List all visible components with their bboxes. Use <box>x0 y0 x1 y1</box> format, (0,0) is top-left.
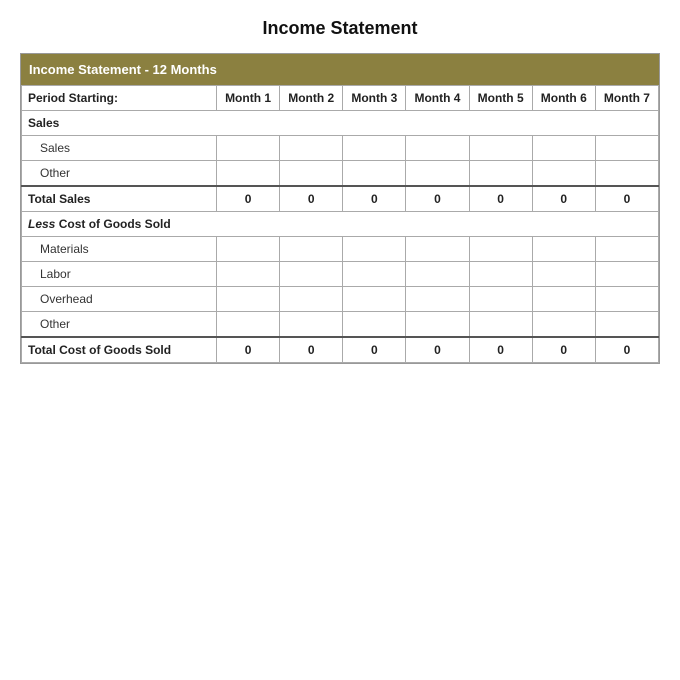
sales-other-label: Other <box>22 161 217 187</box>
total-cogs-m7: 0 <box>595 337 658 363</box>
overhead-row: Overhead <box>22 287 659 312</box>
total-cogs-m3: 0 <box>343 337 406 363</box>
sales-section-header: Sales <box>22 111 659 136</box>
total-cogs-row: Total Cost of Goods Sold 0 0 0 0 0 0 0 <box>22 337 659 363</box>
materials-label: Materials <box>22 237 217 262</box>
month7-header: Month 7 <box>595 86 658 111</box>
total-cogs-m5: 0 <box>469 337 532 363</box>
total-sales-m4: 0 <box>406 186 469 212</box>
sales-row: Sales <box>22 136 659 161</box>
total-sales-m7: 0 <box>595 186 658 212</box>
total-sales-m6: 0 <box>532 186 595 212</box>
total-sales-m1: 0 <box>217 186 280 212</box>
materials-row: Materials <box>22 237 659 262</box>
total-cogs-label: Total Cost of Goods Sold <box>22 337 217 363</box>
labor-row: Labor <box>22 262 659 287</box>
month2-header: Month 2 <box>280 86 343 111</box>
total-sales-row: Total Sales 0 0 0 0 0 0 0 <box>22 186 659 212</box>
total-sales-m2: 0 <box>280 186 343 212</box>
month4-header: Month 4 <box>406 86 469 111</box>
month3-header: Month 3 <box>343 86 406 111</box>
less-italic-label: Less <box>28 217 55 231</box>
cogs-label: Less Cost of Goods Sold <box>22 212 659 237</box>
sales-sub-label: Sales <box>22 136 217 161</box>
page-title: Income Statement <box>20 18 660 39</box>
cogs-other-row: Other <box>22 312 659 338</box>
total-cogs-m1: 0 <box>217 337 280 363</box>
overhead-label: Overhead <box>22 287 217 312</box>
month6-header: Month 6 <box>532 86 595 111</box>
total-cogs-m2: 0 <box>280 337 343 363</box>
total-sales-m5: 0 <box>469 186 532 212</box>
period-header: Period Starting: <box>22 86 217 111</box>
total-sales-label: Total Sales <box>22 186 217 212</box>
cogs-other-label: Other <box>22 312 217 338</box>
labor-label: Labor <box>22 262 217 287</box>
cogs-section-header: Less Cost of Goods Sold <box>22 212 659 237</box>
cogs-rest-label: Cost of Goods Sold <box>55 217 170 231</box>
month5-header: Month 5 <box>469 86 532 111</box>
sales-label: Sales <box>22 111 659 136</box>
income-statement-table: Income Statement - 12 Months Period Star… <box>20 53 660 364</box>
table-subtitle: Income Statement - 12 Months <box>21 54 659 85</box>
total-sales-m3: 0 <box>343 186 406 212</box>
sales-other-row: Other <box>22 161 659 187</box>
total-cogs-m4: 0 <box>406 337 469 363</box>
total-cogs-m6: 0 <box>532 337 595 363</box>
month1-header: Month 1 <box>217 86 280 111</box>
